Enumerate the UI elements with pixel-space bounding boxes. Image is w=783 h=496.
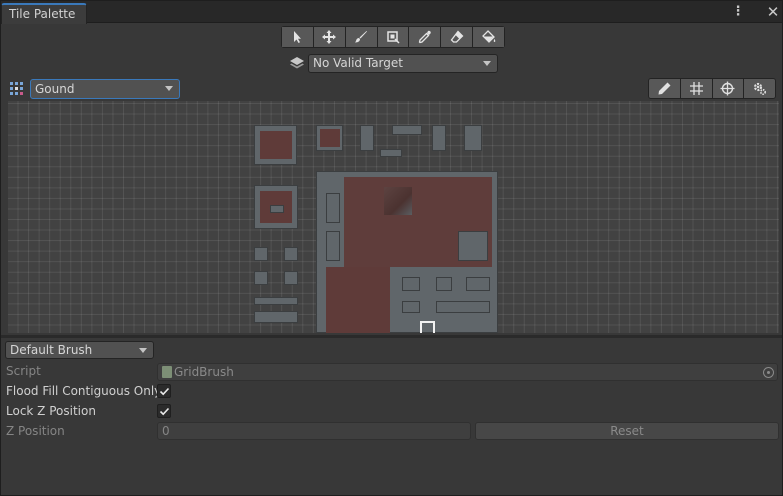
flood-fill-label: Flood Fill Contiguous Only: [6, 384, 162, 398]
tile-palette-grid[interactable]: [8, 101, 779, 333]
paint-bucket-icon: [481, 30, 495, 43]
tile: [380, 149, 402, 157]
object-picker-icon[interactable]: [763, 367, 774, 378]
arrow-pointer-icon: [294, 31, 302, 43]
script-label: Script: [6, 364, 41, 378]
tile: [260, 131, 292, 159]
tile: [254, 271, 268, 285]
z-position-value: 0: [162, 424, 170, 438]
tile-palette-icon: [10, 82, 23, 95]
close-icon[interactable]: ✕: [765, 4, 781, 20]
layers-icon: [290, 57, 304, 69]
tile: [284, 247, 298, 261]
checkmark-icon: [159, 407, 170, 416]
tile: [392, 125, 422, 135]
chevron-down-icon: [483, 61, 491, 66]
tile: [432, 125, 446, 151]
palette-settings-button[interactable]: [744, 79, 775, 98]
brush-icon: [355, 31, 368, 43]
toggle-gizmos-button[interactable]: [712, 79, 745, 98]
brush-dropdown[interactable]: Default Brush: [5, 341, 154, 359]
tile: [466, 277, 490, 291]
lock-z-checkbox[interactable]: [157, 404, 171, 418]
script-value: GridBrush: [174, 365, 234, 379]
active-target-dropdown[interactable]: No Valid Target: [308, 54, 498, 73]
edit-pencil-icon: [658, 82, 671, 95]
box-select-icon: [387, 31, 400, 44]
kebab-menu-icon[interactable]: ⋮: [731, 4, 745, 20]
tile: [326, 231, 340, 261]
toggle-grid-button[interactable]: [680, 79, 713, 98]
gizmo-icon: [720, 81, 735, 96]
tab-tile-palette[interactable]: Tile Palette: [1, 3, 87, 24]
z-position-label: Z Position: [6, 424, 65, 438]
picker-tool-button[interactable]: [409, 27, 442, 47]
tile: [436, 277, 452, 291]
brush-selected: Default Brush: [10, 343, 93, 357]
tab-bar: Tile Palette ⋮ ✕: [1, 1, 782, 24]
tile: [254, 297, 298, 305]
tile: [458, 231, 488, 261]
tab-title: Tile Palette: [9, 7, 76, 21]
tile: [436, 301, 490, 313]
script-file-icon: [162, 366, 172, 378]
z-position-field[interactable]: 0: [157, 422, 471, 440]
erase-tool-button[interactable]: [441, 27, 474, 47]
palette-dropdown[interactable]: Gound: [30, 79, 180, 99]
palette-selected: Gound: [35, 82, 75, 96]
tile: [284, 271, 298, 285]
tile: [360, 125, 374, 151]
move-arrows-icon: [322, 30, 337, 44]
checkmark-icon: [159, 387, 170, 396]
tile: [384, 187, 412, 215]
tile: [402, 301, 420, 313]
select-tool-button[interactable]: [282, 27, 314, 47]
tile: [320, 129, 340, 147]
move-tool-button[interactable]: [313, 27, 346, 47]
tool-strip: [281, 26, 505, 48]
tile: [254, 247, 268, 261]
grid-icon: [689, 82, 703, 95]
chevron-down-icon: [139, 348, 147, 353]
panel-divider[interactable]: [1, 335, 782, 338]
flood-fill-checkbox[interactable]: [157, 384, 171, 398]
tile: [326, 267, 390, 333]
active-target-value: No Valid Target: [313, 56, 403, 70]
tile-selection-cursor: [420, 321, 435, 333]
reset-label: Reset: [610, 424, 644, 438]
fill-tool-button[interactable]: [473, 27, 505, 47]
tile-palette-window: Tile Palette ⋮ ✕ No Valid Target Gound D…: [0, 0, 783, 496]
tile: [326, 193, 340, 223]
eraser-icon: [450, 30, 464, 43]
tile: [464, 125, 482, 151]
tile: [254, 311, 298, 323]
palette-edit-tools: [648, 78, 776, 99]
box-fill-tool-button[interactable]: [377, 27, 410, 47]
tile: [270, 205, 284, 213]
edit-palette-button[interactable]: [649, 79, 681, 98]
settings-gear-icon: [754, 82, 767, 96]
script-field: GridBrush: [157, 363, 778, 381]
paint-tool-button[interactable]: [345, 27, 378, 47]
eyedropper-icon: [418, 30, 431, 44]
reset-button[interactable]: Reset: [475, 422, 779, 440]
tile: [402, 277, 420, 291]
lock-z-label: Lock Z Position: [6, 404, 96, 418]
chevron-down-icon: [165, 86, 173, 91]
